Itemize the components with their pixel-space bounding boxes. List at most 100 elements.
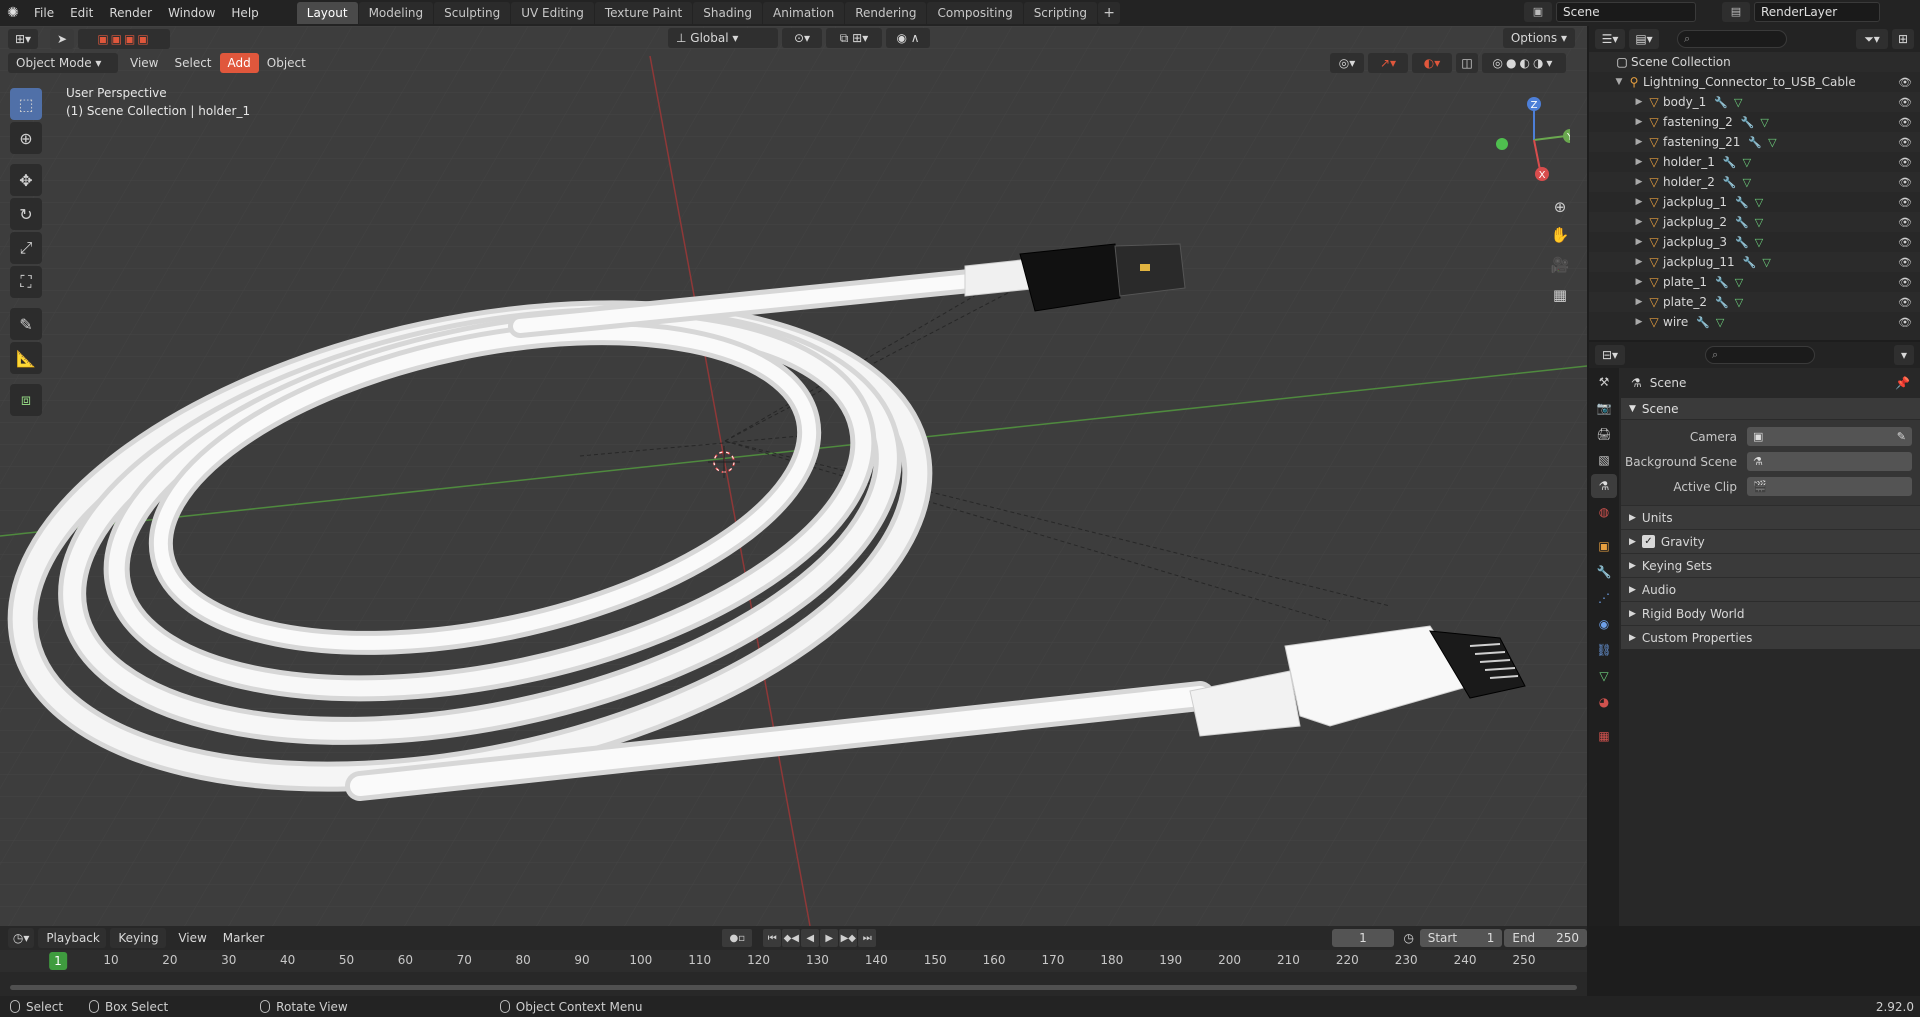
camera-field[interactable]: ▣ ✎ xyxy=(1747,427,1912,446)
expand-arrow-icon[interactable]: ▶ xyxy=(1633,317,1645,327)
tab-animation[interactable]: Animation xyxy=(763,2,845,24)
modifier-tab-icon[interactable]: 🔧 xyxy=(1591,560,1617,584)
object-tab-icon[interactable]: ▣ xyxy=(1591,534,1617,558)
eye-icon[interactable]: 👁 xyxy=(1898,276,1912,289)
view-layer-selector[interactable]: RenderLayer xyxy=(1754,2,1880,22)
audio-panel[interactable]: ▶ Audio xyxy=(1621,577,1920,601)
add-workspace-button[interactable]: + xyxy=(1098,2,1121,24)
tree-row-object[interactable]: ▶ ▽ jackplug_3 🔧 ▽ 👁 xyxy=(1589,232,1920,252)
expand-arrow-icon[interactable]: ▶ xyxy=(1633,277,1645,287)
tree-row-collection[interactable]: ▼ ⚲ Lightning_Connector_to_USB_Cable 👁 xyxy=(1589,72,1920,92)
tool-tab-icon[interactable]: ⚒ xyxy=(1591,370,1617,394)
pan-hand-icon[interactable]: ✋ xyxy=(1547,222,1573,248)
render-tab-icon[interactable]: 📷 xyxy=(1591,396,1617,420)
preview-range-icon[interactable]: ◷ xyxy=(1402,931,1416,945)
tree-row-object[interactable]: ▶ ▽ jackplug_1 🔧 ▽ 👁 xyxy=(1589,192,1920,212)
prev-keyframe-icon[interactable]: ◆◀ xyxy=(782,929,801,947)
jump-start-icon[interactable]: ⏮ xyxy=(763,929,782,947)
navigation-gizmo[interactable]: Z Y X xyxy=(1490,90,1570,190)
display-mode-icon[interactable]: ▤▾ xyxy=(1629,29,1659,49)
eyedropper-icon[interactable]: ✎ xyxy=(1897,430,1906,443)
tab-shading[interactable]: Shading xyxy=(693,2,762,24)
next-keyframe-icon[interactable]: ▶◆ xyxy=(839,929,858,947)
gravity-checkbox[interactable]: ✓ xyxy=(1641,535,1655,548)
active-clip-field[interactable]: 🎬 xyxy=(1747,477,1912,496)
selection-mode-buttons[interactable]: ▣▣▣▣ xyxy=(78,29,170,49)
tree-row-object[interactable]: ▶ ▽ jackplug_11 🔧 ▽ 👁 xyxy=(1589,252,1920,272)
expand-arrow-icon[interactable]: ▶ xyxy=(1633,97,1645,107)
playback-menu[interactable]: Playback ▾ xyxy=(38,928,107,965)
record-icon[interactable]: ●▫ xyxy=(722,929,753,947)
perspective-toggle-icon[interactable]: ▦ xyxy=(1547,282,1573,308)
expand-arrow-icon[interactable]: ▶ xyxy=(1633,177,1645,187)
move-tool-icon[interactable]: ✥ xyxy=(10,164,42,196)
expand-arrow-icon[interactable]: ▶ xyxy=(1633,117,1645,127)
gravity-panel[interactable]: ▶ ✓ Gravity xyxy=(1621,529,1920,553)
properties-search-input[interactable]: ⌕ xyxy=(1705,346,1815,364)
eye-icon[interactable]: 👁 xyxy=(1898,136,1912,149)
rigid-body-world-panel[interactable]: ▶ Rigid Body World xyxy=(1621,601,1920,625)
tab-uv-editing[interactable]: UV Editing xyxy=(511,2,594,24)
play-icon[interactable]: ▶ xyxy=(820,929,839,947)
menu-help[interactable]: Help xyxy=(223,0,266,26)
eye-icon[interactable]: 👁 xyxy=(1898,76,1912,89)
tree-row-object[interactable]: ▶ ▽ body_1 🔧 ▽ 👁 xyxy=(1589,92,1920,112)
eye-icon[interactable]: 👁 xyxy=(1898,236,1912,249)
visibility-icon[interactable]: ◎▾ xyxy=(1330,53,1364,73)
eye-icon[interactable]: 👁 xyxy=(1898,176,1912,189)
scene-tab-icon[interactable]: ⚗ xyxy=(1591,474,1617,498)
eye-icon[interactable]: 👁 xyxy=(1898,296,1912,309)
world-tab-icon[interactable]: ◍ xyxy=(1591,500,1617,524)
marker-menu[interactable]: Marker xyxy=(215,928,272,948)
tab-scripting[interactable]: Scripting xyxy=(1023,2,1098,24)
start-frame-field[interactable]: Start 1 xyxy=(1419,929,1503,947)
tree-row-object[interactable]: ▶ ▽ fastening_2 🔧 ▽ 👁 xyxy=(1589,112,1920,132)
measure-tool-icon[interactable]: 📐 xyxy=(10,342,42,374)
scene-panel-header[interactable]: ▼ Scene xyxy=(1621,398,1920,420)
jump-end-icon[interactable]: ⏭ xyxy=(858,929,877,947)
eye-icon[interactable]: 👁 xyxy=(1898,316,1912,329)
3d-viewport[interactable]: ⊞▾ ➤ ▣▣▣▣ Object Mode ▾ View Select Add … xyxy=(0,26,1587,926)
eye-icon[interactable]: 👁 xyxy=(1898,96,1912,109)
tab-sculpting[interactable]: Sculpting xyxy=(434,2,511,24)
properties-editor-type-icon[interactable]: ⊟▾ xyxy=(1595,345,1625,365)
expand-arrow-icon[interactable]: ▶ xyxy=(1633,157,1645,167)
tree-row-object[interactable]: ▶ ▽ fastening_21 🔧 ▽ 👁 xyxy=(1589,132,1920,152)
tab-texture-paint[interactable]: Texture Paint xyxy=(594,2,693,24)
rotate-tool-icon[interactable]: ↻ xyxy=(10,198,42,230)
expand-arrow-icon[interactable]: ▶ xyxy=(1633,137,1645,147)
camera-view-icon[interactable]: 🎥 xyxy=(1547,252,1573,278)
eye-icon[interactable]: 👁 xyxy=(1898,216,1912,229)
eye-icon[interactable]: 👁 xyxy=(1898,156,1912,169)
add-cube-tool-icon[interactable]: ⧈ xyxy=(10,384,42,416)
custom-properties-panel[interactable]: ▶ Custom Properties xyxy=(1621,625,1920,649)
filter-icon[interactable]: ⏷▾ xyxy=(1856,29,1888,49)
menu-file[interactable]: File xyxy=(26,0,62,26)
units-panel[interactable]: ▶ Units xyxy=(1621,505,1920,529)
material-tab-icon[interactable]: ◕ xyxy=(1591,690,1617,714)
scene-browse-icon[interactable]: ▣ xyxy=(1524,2,1552,22)
current-frame-marker[interactable]: 1 xyxy=(49,952,67,970)
background-scene-field[interactable]: ⚗ xyxy=(1747,452,1912,471)
timeline-ruler[interactable]: 1 10 20 30 40 50 60 70 80 90 100 110 120 130 140 150 160… xyxy=(0,950,1587,972)
options-button[interactable]: Options ▾ xyxy=(1502,28,1575,48)
data-tab-icon[interactable]: ▽ xyxy=(1591,664,1617,688)
transform-tool-icon[interactable]: ⛶ xyxy=(10,266,42,298)
scene-selector[interactable]: Scene xyxy=(1556,2,1696,22)
keying-sets-panel[interactable]: ▶ Keying Sets xyxy=(1621,553,1920,577)
cursor-tool-icon[interactable]: ⊕ xyxy=(10,122,42,154)
menu-select[interactable]: Select xyxy=(166,53,219,73)
end-frame-field[interactable]: End 250 xyxy=(1504,929,1588,947)
menu-object[interactable]: Object xyxy=(259,53,314,73)
gizmo-icon[interactable]: ↗▾ xyxy=(1368,53,1408,73)
proportional-edit-icon[interactable]: ◉ ∧ xyxy=(886,28,930,48)
pivot-point-icon[interactable]: ⊙▾ xyxy=(782,28,822,48)
tree-row-object[interactable]: ▶ ▽ holder_1 🔧 ▽ 👁 xyxy=(1589,152,1920,172)
timeline-scrollbar[interactable] xyxy=(10,985,1577,990)
annotate-tool-icon[interactable]: ✎ xyxy=(10,308,42,340)
eye-icon[interactable]: 👁 xyxy=(1898,256,1912,269)
constraints-tab-icon[interactable]: ⛓ xyxy=(1591,638,1617,662)
tab-layout[interactable]: Layout xyxy=(296,2,358,24)
tab-compositing[interactable]: Compositing xyxy=(927,2,1023,24)
menu-add[interactable]: Add xyxy=(219,53,259,73)
